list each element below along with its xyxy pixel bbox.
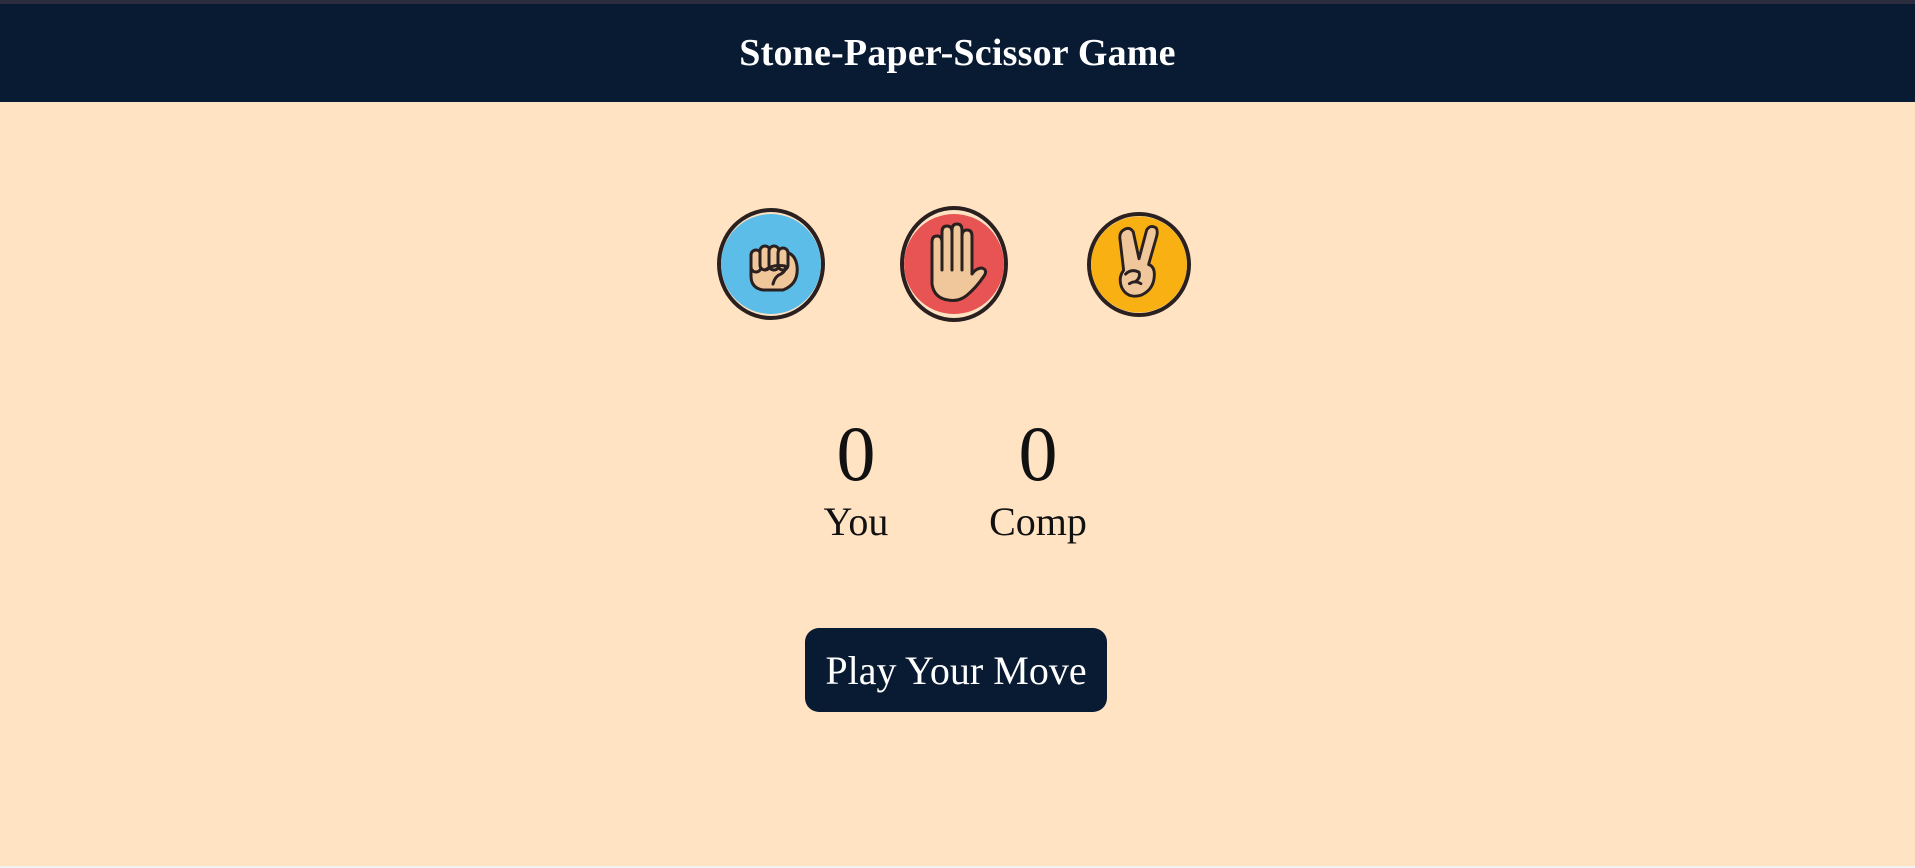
comp-score-value: 0 [1018,410,1058,497]
victory-hand-icon [1091,216,1187,313]
fist-icon [721,214,821,314]
open-hand-icon [904,214,1004,314]
comp-score-panel: 0 Comp [953,408,1123,544]
user-score-panel: 0 You [771,408,941,544]
paper-choice-button[interactable] [900,206,1008,322]
game-header: Stone-Paper-Scissor Game [0,4,1915,102]
comp-score-label: Comp [989,499,1087,544]
user-score-label: You [823,499,889,544]
scissor-choice-button[interactable] [1087,212,1191,317]
stone-choice-button[interactable] [717,208,825,320]
user-score-value: 0 [836,410,876,497]
page-title: Stone-Paper-Scissor Game [739,32,1176,74]
play-your-move-button[interactable]: Play Your Move [805,628,1107,712]
